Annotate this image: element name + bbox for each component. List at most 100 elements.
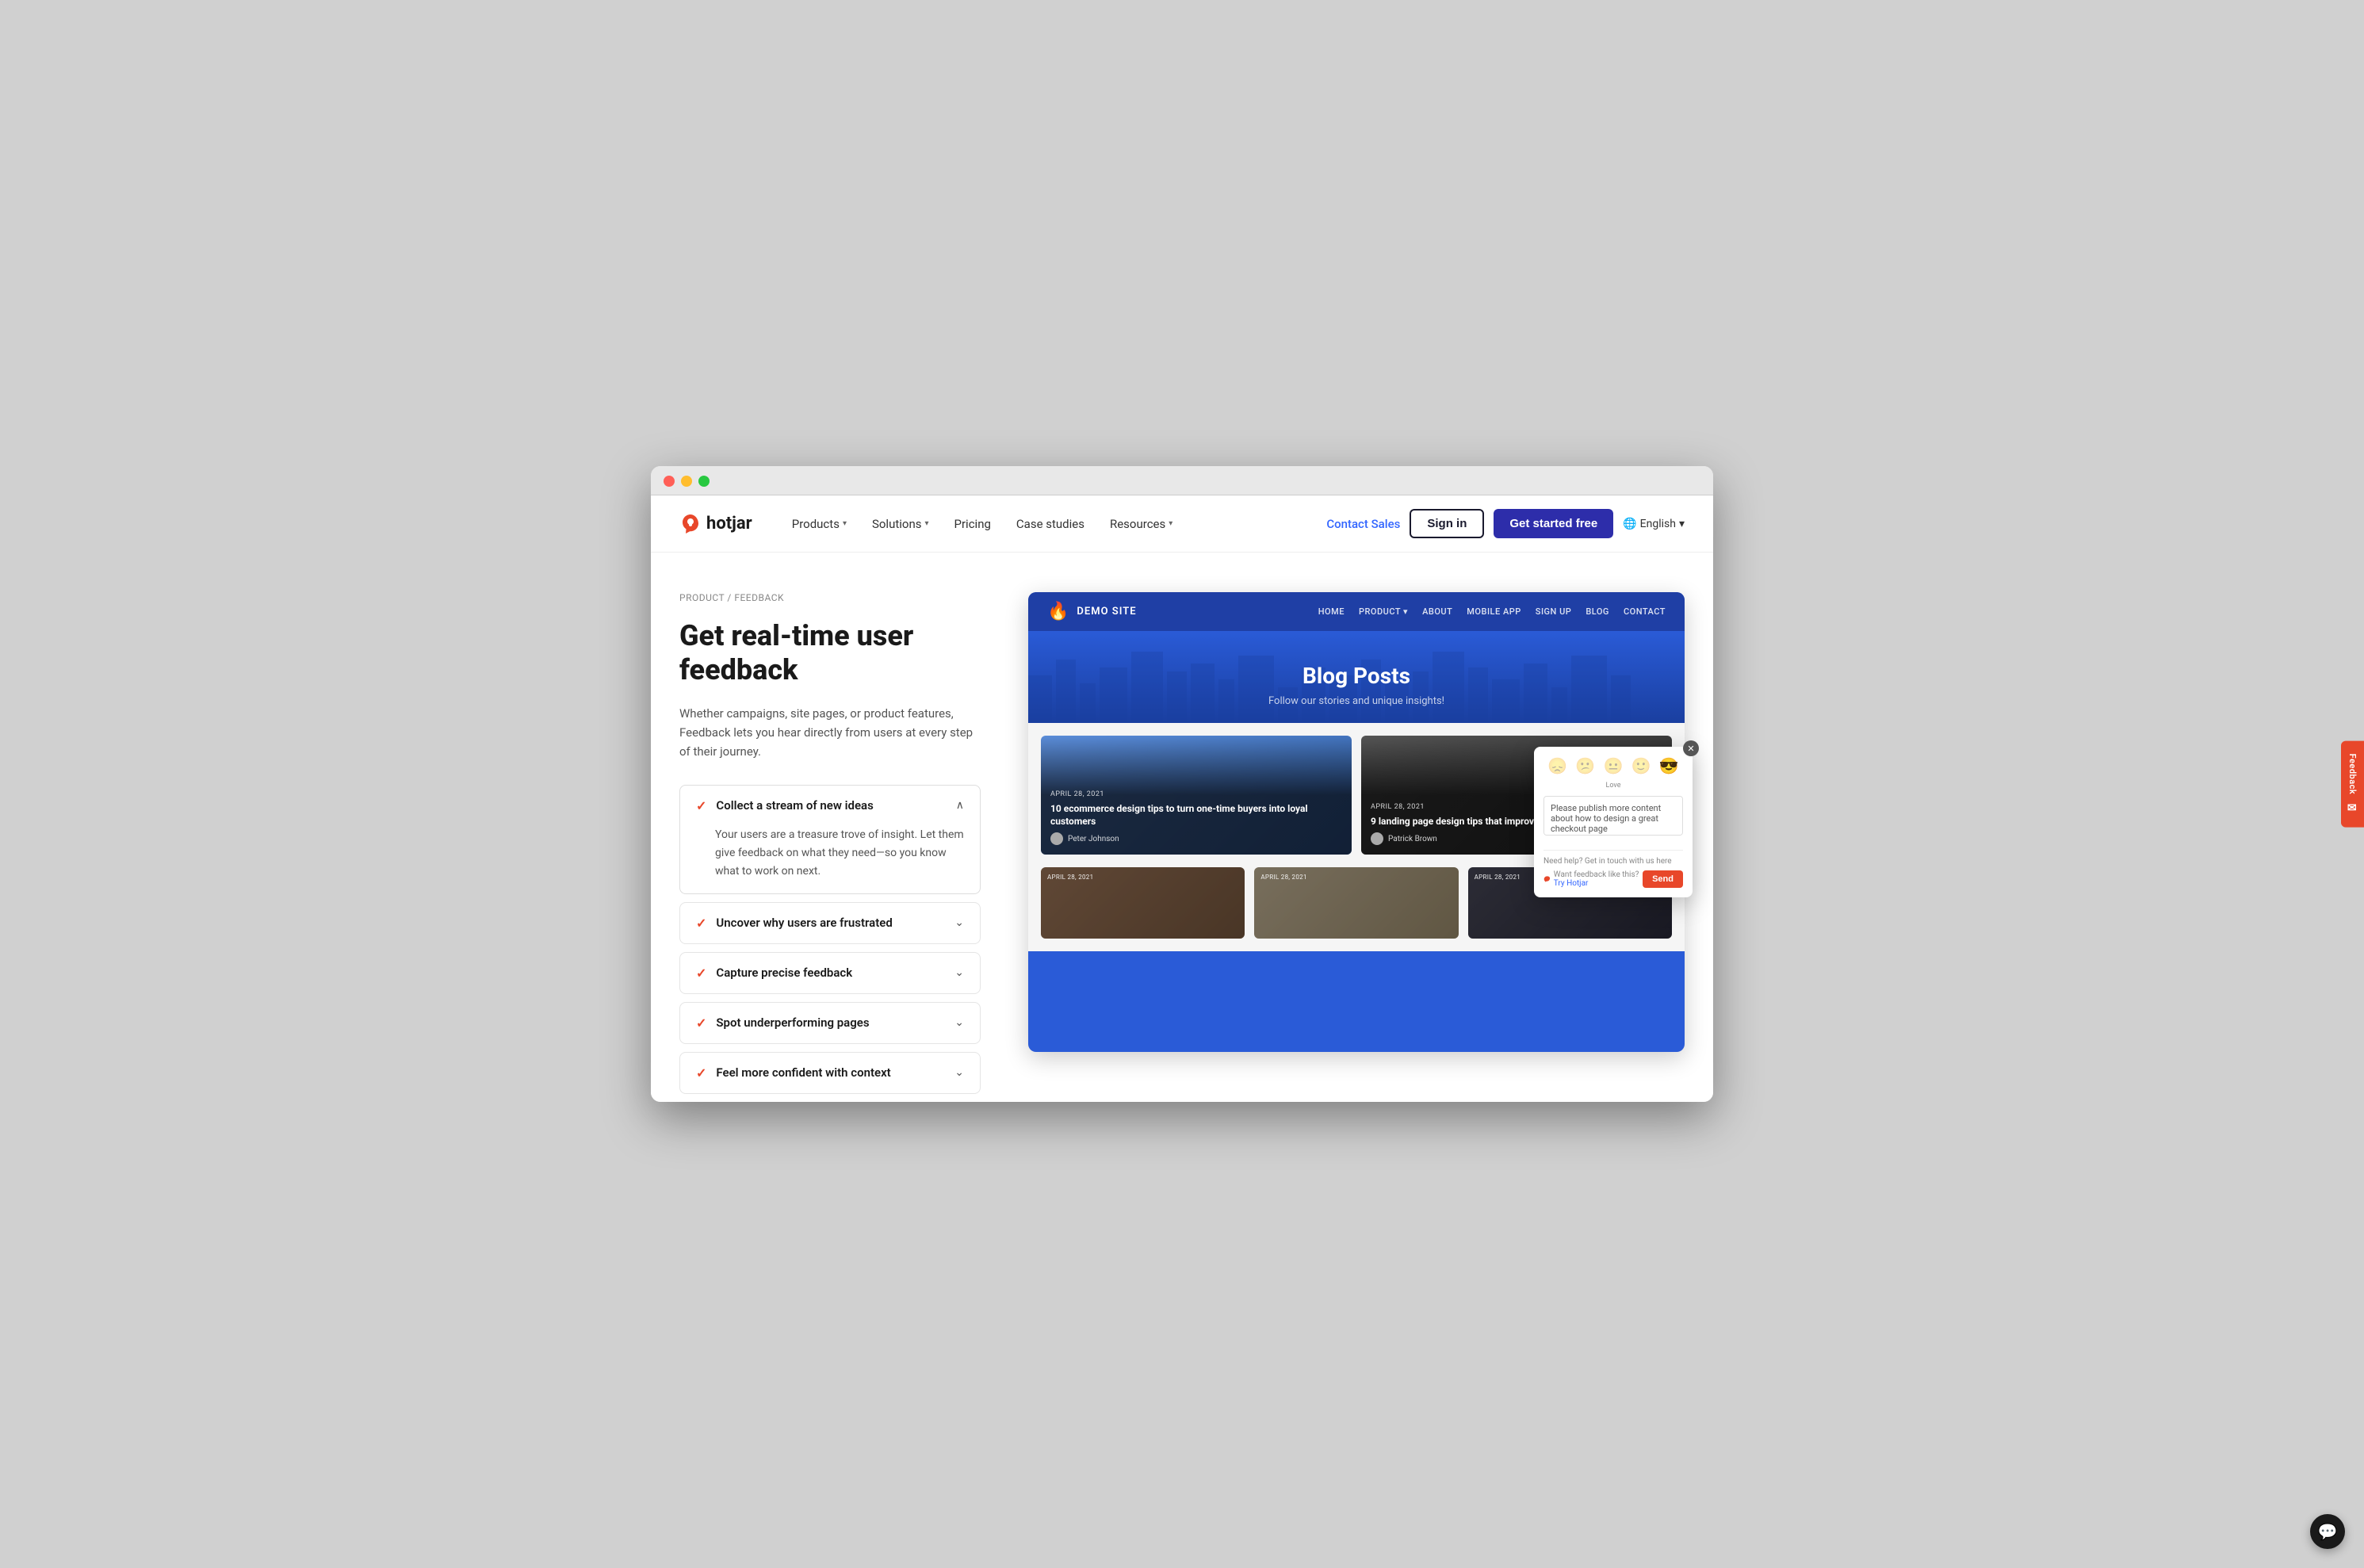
demo-nav-about[interactable]: ABOUT [1422, 606, 1452, 617]
accordion-header-uncover[interactable]: ✓ Uncover why users are frustrated ⌄ [680, 903, 980, 943]
demo-hero-title: Blog Posts [1047, 663, 1666, 689]
mini-card-overlay-1: APRIL 28, 2021 [1041, 867, 1245, 939]
dot-red[interactable] [664, 476, 675, 487]
mini-card-overlay-2: APRIL 28, 2021 [1254, 867, 1458, 939]
page-description: Whether campaigns, site pages, or produc… [679, 704, 981, 761]
emoji-label: Love [1543, 782, 1683, 790]
demo-nav-product[interactable]: PRODUCT ▾ [1359, 606, 1408, 617]
mini-card-date-1: APRIL 28, 2021 [1047, 874, 1093, 881]
popup-close-button[interactable]: ✕ [1683, 740, 1699, 756]
main-content: PRODUCT / FEEDBACK Get real-time user fe… [651, 553, 1713, 1102]
demo-nav-blog[interactable]: BLOG [1586, 606, 1609, 617]
emoji-sad[interactable]: 😞 [1547, 756, 1567, 775]
mini-card-1[interactable]: APRIL 28, 2021 [1041, 867, 1245, 939]
demo-hero: Blog Posts Follow our stories and unique… [1028, 631, 1685, 723]
accordion-title-row: ✓ Capture precise feedback [696, 966, 852, 981]
demo-nav-links: HOME PRODUCT ▾ ABOUT MOBILE APP SIGN UP … [1318, 606, 1666, 617]
popup-footer-text: Need help? Get in touch with us here [1543, 857, 1683, 866]
accordion-title-confident: Feel more confident with context [716, 1065, 890, 1080]
accordion: ✓ Collect a stream of new ideas ∧ Your u… [679, 785, 981, 1102]
accordion-title-uncover: Uncover why users are frustrated [716, 916, 892, 930]
accordion-chevron-collect: ∧ [956, 799, 964, 812]
feedback-textarea[interactable]: Please publish more content about how to… [1543, 796, 1683, 836]
blog-card-1[interactable]: APRIL 28, 2021 10 ecommerce design tips … [1041, 736, 1352, 855]
browser-dots [664, 476, 1700, 487]
accordion-header-collect[interactable]: ✓ Collect a stream of new ideas ∧ [680, 786, 980, 826]
accordion-item-spot[interactable]: ✓ Spot underperforming pages ⌄ [679, 1002, 981, 1044]
accordion-item-uncover[interactable]: ✓ Uncover why users are frustrated ⌄ [679, 902, 981, 944]
contact-sales-link[interactable]: Contact Sales [1326, 517, 1400, 531]
hotjar-badge: Want feedback like this? Try Hotjar [1543, 870, 1643, 888]
demo-nav-mobile[interactable]: MOBILE APP [1467, 606, 1521, 617]
emoji-neutral[interactable]: 😐 [1604, 756, 1624, 775]
sign-in-button[interactable]: Sign in [1410, 509, 1484, 538]
get-started-button[interactable]: Get started free [1494, 509, 1613, 538]
logo-text: hotjar [706, 514, 752, 534]
accordion-header-capture[interactable]: ✓ Capture precise feedback ⌄ [680, 953, 980, 993]
blog-card-date-1: APRIL 28, 2021 [1050, 790, 1342, 798]
accordion-title-spot: Spot underperforming pages [716, 1015, 869, 1030]
accordion-item-capture[interactable]: ✓ Capture precise feedback ⌄ [679, 952, 981, 994]
blog-card-overlay: APRIL 28, 2021 10 ecommerce design tips … [1041, 736, 1352, 855]
browser-chrome [651, 466, 1713, 495]
demo-flame-icon: 🔥 [1047, 602, 1069, 621]
accordion-item-collect[interactable]: ✓ Collect a stream of new ideas ∧ Your u… [679, 785, 981, 894]
accordion-title-capture: Capture precise feedback [716, 966, 852, 980]
nav-item-solutions[interactable]: Solutions ▾ [861, 511, 940, 537]
popup-cta-row: Want feedback like this? Try Hotjar Send [1543, 870, 1683, 888]
accordion-body-collect: Your users are a treasure trove of insig… [680, 826, 980, 893]
accordion-title-row: ✓ Collect a stream of new ideas [696, 798, 874, 813]
navbar: hotjar Products ▾ Solutions ▾ Pricing Ca… [651, 495, 1713, 553]
author-name-2: Patrick Brown [1388, 835, 1437, 843]
feedback-tab-icon: ✉ [2347, 801, 2357, 814]
feedback-tab[interactable]: Feedback ✉ [2341, 741, 2364, 828]
author-avatar-2 [1371, 832, 1383, 845]
hotjar-badge-text: Want feedback like this? Try Hotjar [1554, 870, 1643, 888]
send-feedback-button[interactable]: Send [1643, 870, 1683, 888]
language-selector[interactable]: 🌐 English ▾ [1623, 518, 1685, 530]
nav-item-resources[interactable]: Resources ▾ [1099, 511, 1184, 537]
accordion-title-collect: Collect a stream of new ideas [716, 798, 873, 813]
accordion-header-spot[interactable]: ✓ Spot underperforming pages ⌄ [680, 1003, 980, 1043]
accordion-item-confident[interactable]: ✓ Feel more confident with context ⌄ [679, 1052, 981, 1094]
mini-card-date-3: APRIL 28, 2021 [1475, 874, 1521, 881]
chat-bubble-button[interactable]: 💬 [2310, 1514, 2345, 1549]
chevron-icon: ▾ [1169, 519, 1172, 528]
chevron-icon: ▾ [1679, 518, 1685, 530]
accordion-chevron-uncover: ⌄ [954, 916, 964, 929]
nav-links: Products ▾ Solutions ▾ Pricing Case stud… [781, 511, 1327, 537]
page-title: Get real-time user feedback [679, 619, 981, 687]
check-icon: ✓ [696, 798, 706, 813]
emoji-frown[interactable]: 😕 [1575, 756, 1595, 775]
nav-item-pricing[interactable]: Pricing [943, 511, 1002, 537]
demo-logo-area: 🔥 DEMO SITE [1047, 602, 1137, 621]
logo[interactable]: hotjar [679, 513, 752, 535]
right-panel: 🔥 DEMO SITE HOME PRODUCT ▾ ABOUT MOBILE … [1028, 592, 1685, 1102]
accordion-chevron-spot: ⌄ [954, 1016, 964, 1029]
author-avatar-1 [1050, 832, 1063, 845]
accordion-header-confident[interactable]: ✓ Feel more confident with context ⌄ [680, 1053, 980, 1093]
browser-window: hotjar Products ▾ Solutions ▾ Pricing Ca… [651, 466, 1713, 1102]
mini-card-2[interactable]: APRIL 28, 2021 [1254, 867, 1458, 939]
dot-green[interactable] [698, 476, 710, 487]
hotjar-logo-icon [679, 513, 702, 535]
try-hotjar-link[interactable]: Try Hotjar [1554, 879, 1589, 888]
demo-nav-home[interactable]: HOME [1318, 606, 1345, 617]
demo-nav-signup[interactable]: SIGN UP [1536, 606, 1572, 617]
nav-item-case-studies[interactable]: Case studies [1005, 511, 1096, 537]
check-icon: ✓ [696, 916, 706, 931]
popup-footer: Need help? Get in touch with us here Wan… [1543, 850, 1683, 888]
emoji-row: 😞 😕 😐 🙂 😎 [1543, 756, 1683, 775]
hotjar-small-logo [1543, 874, 1551, 884]
demo-nav: 🔥 DEMO SITE HOME PRODUCT ▾ ABOUT MOBILE … [1028, 592, 1685, 631]
dot-yellow[interactable] [681, 476, 692, 487]
chat-bubble-icon: 💬 [2318, 1522, 2338, 1541]
feedback-popup: ✕ 😞 😕 😐 🙂 😎 Love Please publish more con… [1534, 747, 1693, 897]
browser-content: hotjar Products ▾ Solutions ▾ Pricing Ca… [651, 495, 1713, 1102]
blog-card-author-1: Peter Johnson [1050, 832, 1342, 845]
emoji-love[interactable]: 😎 [1659, 756, 1679, 775]
demo-nav-contact[interactable]: CONTACT [1624, 606, 1666, 617]
emoji-slight-smile[interactable]: 🙂 [1631, 756, 1651, 775]
blog-card-title-1: 10 ecommerce design tips to turn one-tim… [1050, 803, 1342, 828]
nav-item-products[interactable]: Products ▾ [781, 511, 858, 537]
